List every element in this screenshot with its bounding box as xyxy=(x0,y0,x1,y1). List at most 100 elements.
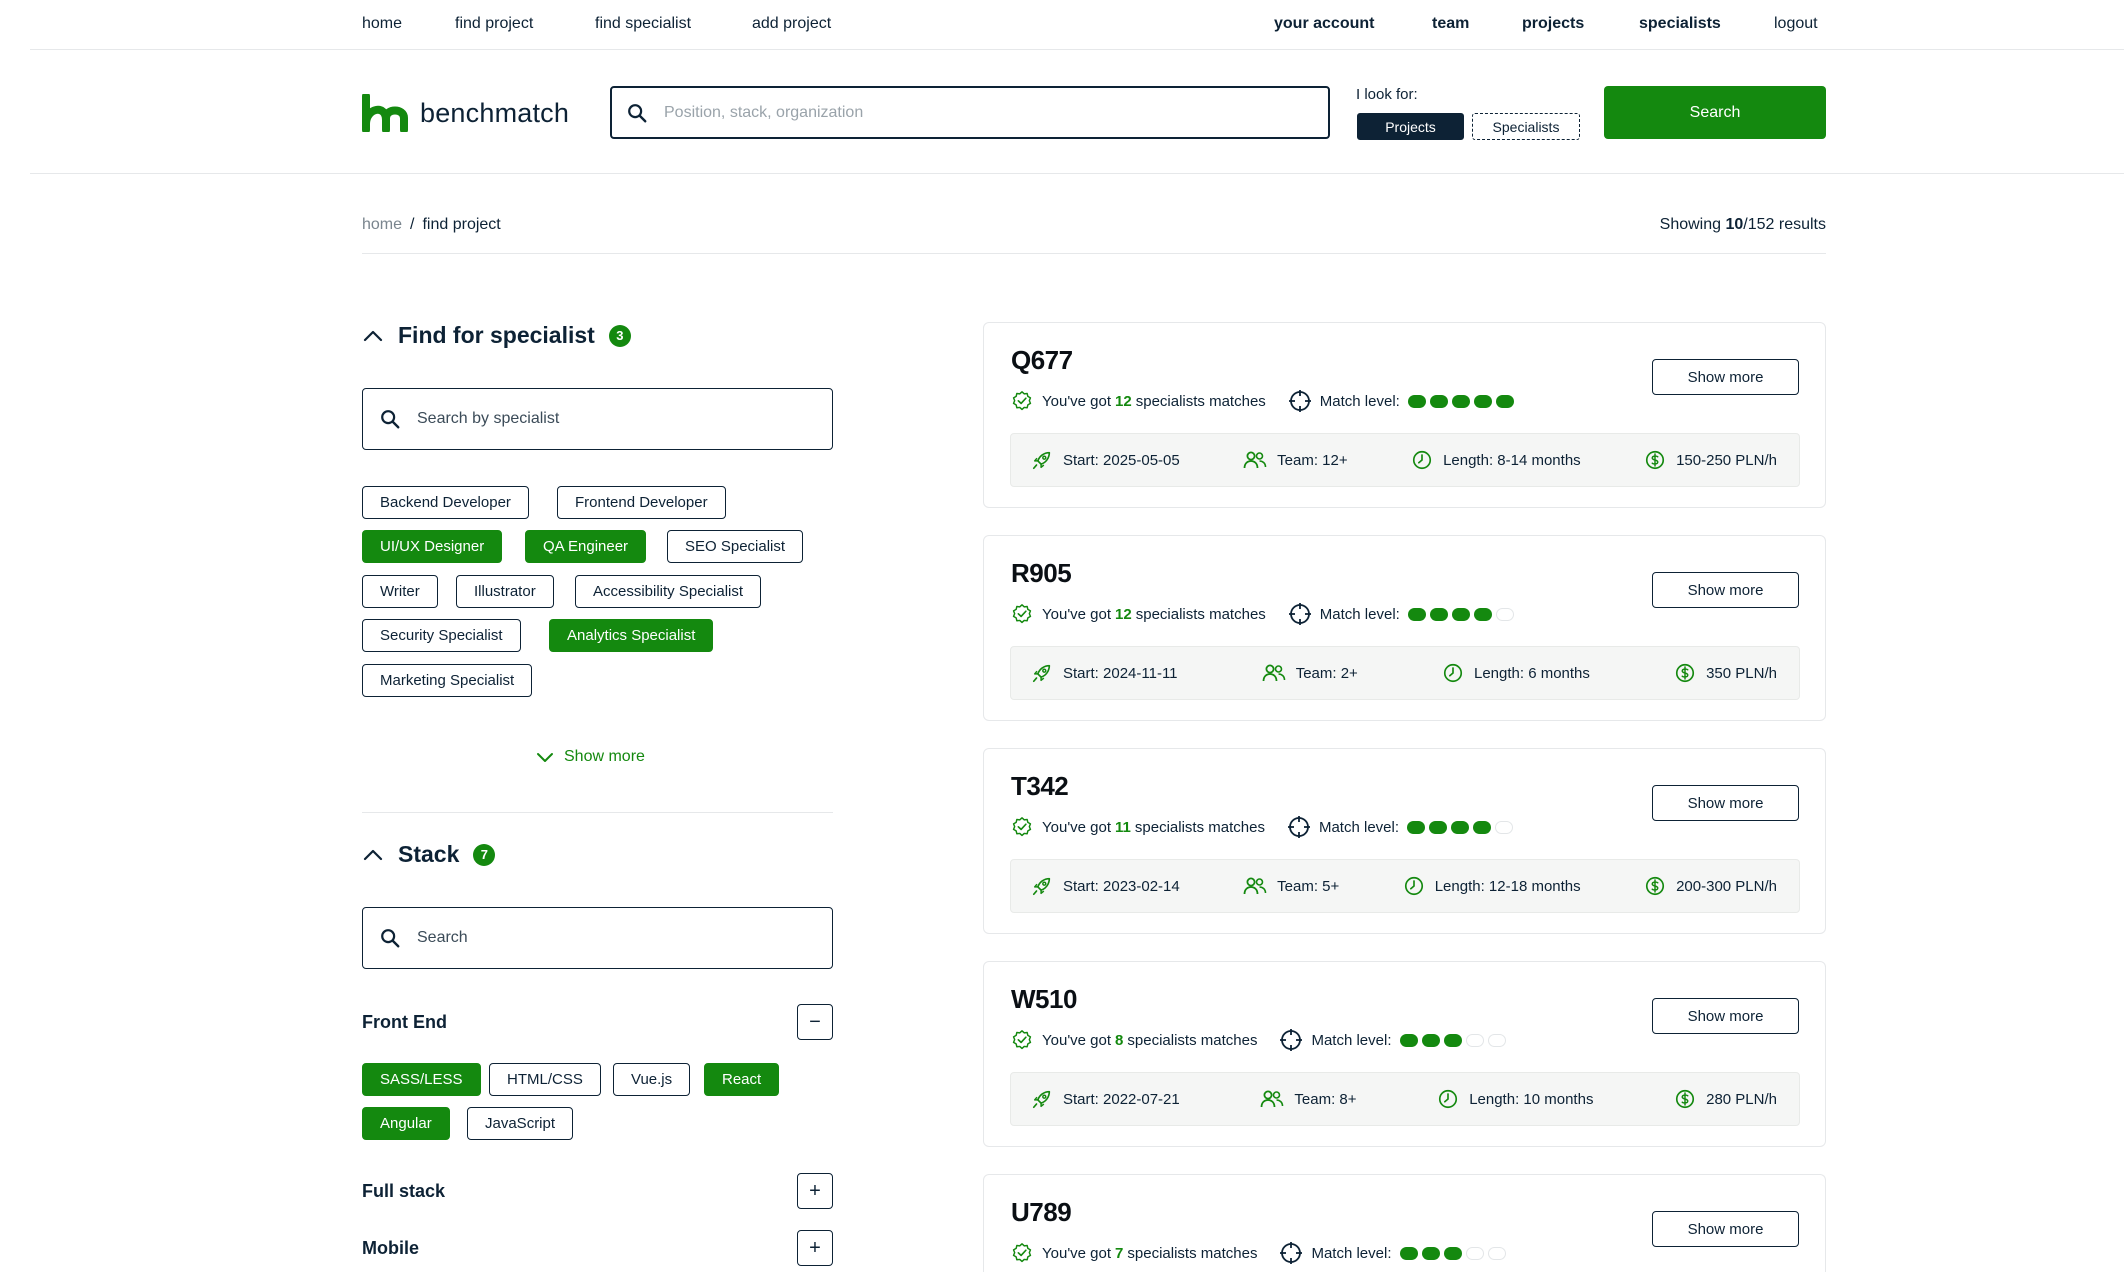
match-dot-filled xyxy=(1429,607,1448,621)
clock-icon xyxy=(1411,449,1433,471)
expand-full-stack-button[interactable]: + xyxy=(797,1173,833,1209)
chip-label: Analytics Specialist xyxy=(567,627,696,644)
team-size-value: Team: 8+ xyxy=(1294,1090,1357,1108)
show-more-button[interactable]: Show more xyxy=(1652,572,1799,608)
chip-analytics-specialist[interactable]: Analytics Specialist xyxy=(549,619,714,652)
project-card[interactable]: U789 You've got 7 specialists matches Ma… xyxy=(983,1174,1826,1272)
chevron-up-icon[interactable] xyxy=(362,848,384,862)
show-more-button[interactable]: Show more xyxy=(1652,785,1799,821)
match-dot-filled xyxy=(1451,607,1470,621)
team-size: Team: 5+ xyxy=(1243,876,1339,896)
specialist-search-field[interactable] xyxy=(362,388,833,450)
project-card[interactable]: R905 You've got 12 specialists matches M… xyxy=(983,535,1826,721)
project-code: U789 xyxy=(1011,1197,1072,1227)
search-button[interactable]: Search xyxy=(1604,86,1826,139)
team-icon xyxy=(1243,876,1267,896)
chip-label: SEO Specialist xyxy=(685,538,786,555)
nav-add-project[interactable]: add project xyxy=(752,15,831,33)
clock-icon xyxy=(1442,662,1464,684)
matches-prefix: You've got xyxy=(1042,605,1112,623)
nav-projects[interactable]: projects xyxy=(1522,15,1584,33)
chip-qa-engineer[interactable]: QA Engineer xyxy=(525,530,647,563)
nav-logout[interactable]: logout xyxy=(1774,15,1818,33)
look-for-projects-button[interactable]: Projects xyxy=(1357,113,1464,140)
stack-group-front-end[interactable]: Front End xyxy=(362,1012,447,1033)
nav-team[interactable]: team xyxy=(1432,15,1469,33)
chip-label: Security Specialist xyxy=(380,627,503,644)
match-dot-filled xyxy=(1443,1246,1462,1260)
match-level-label: Match level: xyxy=(1319,605,1400,623)
chip-illustrator[interactable]: Illustrator xyxy=(456,575,554,608)
show-more-button[interactable]: Show more xyxy=(1652,359,1799,395)
chip-seo-specialist[interactable]: SEO Specialist xyxy=(667,530,804,563)
matches-count: 7 xyxy=(1115,1244,1124,1262)
collapse-front-end-button[interactable]: − xyxy=(797,1004,833,1040)
chip-vuejs[interactable]: Vue.js xyxy=(613,1063,691,1096)
breadcrumb-home[interactable]: home xyxy=(362,216,402,234)
nav-your-account[interactable]: your account xyxy=(1274,15,1374,33)
expand-mobile-button[interactable]: + xyxy=(797,1230,833,1266)
specialist-search-input[interactable] xyxy=(417,410,797,428)
chip-label: HTML/CSS xyxy=(507,1071,583,1088)
rocket-icon xyxy=(1031,875,1053,897)
chevron-up-icon[interactable] xyxy=(362,329,384,343)
nav-find-specialist[interactable]: find specialist xyxy=(595,15,691,33)
match-dot-filled xyxy=(1451,820,1470,834)
project-card[interactable]: W510 You've got 8 specialists matches Ma… xyxy=(983,961,1826,1147)
match-summary: You've got 12 specialists matches Match … xyxy=(1011,389,1514,413)
chip-uiux-designer[interactable]: UI/UX Designer xyxy=(362,530,503,563)
chip-writer[interactable]: Writer xyxy=(362,575,438,608)
match-level-dots xyxy=(1407,394,1514,408)
match-dot-empty xyxy=(1495,820,1514,834)
stack-group-full-stack[interactable]: Full stack xyxy=(362,1181,445,1202)
nav-home[interactable]: home xyxy=(362,15,402,33)
project-code: T342 xyxy=(1011,771,1069,801)
chip-angular[interactable]: Angular xyxy=(362,1107,450,1140)
sidebar-divider xyxy=(362,812,833,813)
stack-group-mobile[interactable]: Mobile xyxy=(362,1238,419,1259)
chip-marketing-specialist[interactable]: Marketing Specialist xyxy=(362,664,533,697)
chip-sass-less[interactable]: SASS/LESS xyxy=(362,1063,481,1096)
matches-count: 12 xyxy=(1115,392,1132,410)
logo-icon xyxy=(362,94,408,132)
start-date-value: Start: 2024-11-11 xyxy=(1063,664,1178,682)
match-level-dots xyxy=(1407,820,1514,834)
match-dot-empty xyxy=(1465,1246,1484,1260)
specialist-show-more-link[interactable]: Show more xyxy=(536,748,645,766)
stack-filter-title: Stack xyxy=(398,841,460,867)
project-length: Length: 10 months xyxy=(1437,1088,1593,1110)
chip-javascript[interactable]: JavaScript xyxy=(467,1107,574,1140)
stack-search-input[interactable] xyxy=(417,929,797,947)
start-date: Start: 2025-05-05 xyxy=(1031,449,1180,471)
match-dot-filled xyxy=(1473,607,1492,621)
logo[interactable]: benchmatch xyxy=(362,94,569,132)
match-level-dots xyxy=(1407,607,1514,621)
stack-filter-header[interactable]: Stack 7 xyxy=(362,841,496,868)
match-dot-filled xyxy=(1399,1246,1418,1260)
main-search-input[interactable] xyxy=(664,103,1264,122)
specialist-filter-header[interactable]: Find for specialist 3 xyxy=(362,322,631,349)
nav-find-project[interactable]: find project xyxy=(455,15,533,33)
match-level-label: Match level: xyxy=(1319,392,1400,410)
chip-backend-developer[interactable]: Backend Developer xyxy=(362,486,529,519)
nav-specialists[interactable]: specialists xyxy=(1639,15,1721,33)
chip-react[interactable]: React xyxy=(704,1063,780,1096)
project-card[interactable]: T342 You've got 11 specialists matches M… xyxy=(983,748,1826,934)
chip-accessibility-specialist[interactable]: Accessibility Specialist xyxy=(575,575,762,608)
chip-label: Illustrator xyxy=(474,583,536,600)
show-more-button[interactable]: Show more xyxy=(1652,998,1799,1034)
target-icon xyxy=(1288,389,1312,413)
match-dot-filled xyxy=(1429,394,1448,408)
project-card[interactable]: Q677 You've got 12 specialists matches M… xyxy=(983,322,1826,508)
verified-badge-icon xyxy=(1011,1029,1033,1051)
stack-search-field[interactable] xyxy=(362,907,833,969)
look-for-specialists-button[interactable]: Specialists xyxy=(1472,113,1580,140)
matches-count: 11 xyxy=(1115,818,1131,836)
chip-frontend-developer[interactable]: Frontend Developer xyxy=(557,486,726,519)
show-more-button[interactable]: Show more xyxy=(1652,1211,1799,1247)
match-dot-filled xyxy=(1495,394,1514,408)
main-search-field[interactable] xyxy=(610,86,1330,139)
project-length: Length: 8-14 months xyxy=(1411,449,1581,471)
chip-html-css[interactable]: HTML/CSS xyxy=(489,1063,601,1096)
chip-security-specialist[interactable]: Security Specialist xyxy=(362,619,521,652)
